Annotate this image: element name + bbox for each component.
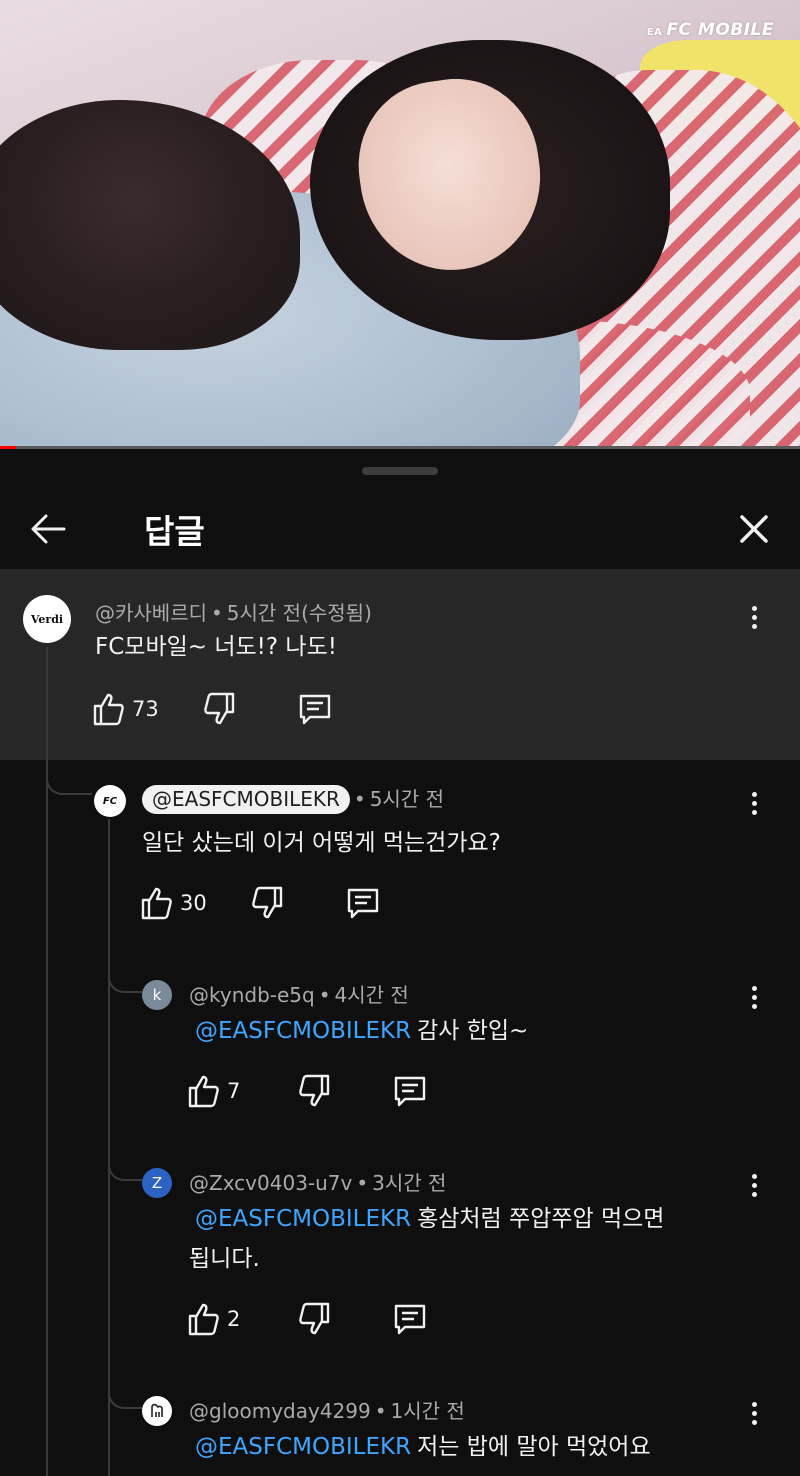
comment-actions: 30	[140, 885, 400, 925]
thumbs-up-icon	[188, 1303, 219, 1336]
more-options-icon[interactable]	[742, 601, 766, 641]
avatar-label: FC	[102, 795, 118, 807]
mention-link[interactable]: @EASFCMOBILEKR	[195, 1206, 411, 1232]
reply-comment: Z @Zxcv0403-u7v • 3시간 전 @EASFCMOBILEKR 홍삼처럼…	[0, 1163, 800, 1363]
reply-button[interactable]	[298, 691, 332, 727]
comment-text: 일단 샀는데 이거 어떻게 먹는건가요?	[142, 830, 501, 856]
reply-button[interactable]	[346, 885, 380, 921]
avatar[interactable]	[142, 1396, 172, 1426]
page-title: 답글	[144, 512, 205, 551]
mention-link[interactable]: @EASFCMOBILEKR	[195, 1018, 411, 1044]
avatar[interactable]: Z	[142, 1168, 172, 1198]
comment-actions: 73	[92, 691, 352, 731]
like-button[interactable]: 73	[92, 691, 159, 727]
avatar-label: Verdi	[30, 612, 64, 626]
reply-comment: FC @EASFCMOBILEKR • 5시간 전 일단 샀는데 이거 어떻게 먹는…	[0, 779, 800, 939]
video-player[interactable]: EA FC MOBILE	[0, 0, 800, 449]
mention-link[interactable]: @EASFCMOBILEKR	[195, 1434, 411, 1460]
comment-meta: @kyndb-e5q • 4시간 전	[189, 979, 409, 1008]
comment-text: FC모바일~ 너도!? 나도!	[95, 634, 337, 660]
more-options-icon[interactable]	[742, 1397, 766, 1437]
comment-text: @EASFCMOBILEKR 홍삼처럼 쭈압쭈압 먹으면	[195, 1199, 664, 1239]
watermark-text: FC MOBILE	[666, 20, 774, 40]
reply-button[interactable]	[393, 1301, 427, 1337]
avatar[interactable]: FC	[94, 785, 126, 817]
meta-separator: •	[374, 1399, 387, 1423]
like-count: 30	[180, 891, 207, 915]
arrow-left-icon[interactable]	[26, 507, 70, 551]
meta-separator: •	[353, 787, 366, 811]
bird-avatar-icon	[151, 1403, 163, 1417]
replies-header: 답글	[0, 489, 800, 569]
reply-icon	[394, 1304, 426, 1335]
thumbs-down-icon	[299, 1074, 330, 1107]
avatar[interactable]: Verdi	[23, 595, 71, 643]
comment-actions: 2	[187, 1301, 447, 1341]
thumbs-down-icon	[252, 886, 283, 919]
parent-comment: Verdi @카사베르디 • 5시간 전(수정됨) FC모바일~ 너도!? 나도! …	[0, 571, 800, 760]
dislike-button[interactable]	[202, 691, 236, 727]
comment-author[interactable]: @kyndb-e5q	[189, 983, 315, 1007]
comment-meta: @Zxcv0403-u7v • 3시간 전	[189, 1167, 446, 1196]
comment-time: 4시간 전	[334, 983, 409, 1007]
reply-button[interactable]	[393, 1073, 427, 1109]
meta-separator: •	[356, 1171, 369, 1195]
watermark-brand: EA	[646, 27, 663, 38]
more-options-icon[interactable]	[742, 1169, 766, 1209]
close-icon[interactable]	[732, 507, 776, 551]
like-button[interactable]: 7	[187, 1073, 240, 1109]
comment-body: 감사 한입~	[417, 1018, 529, 1044]
comment-text: @EASFCMOBILEKR 저는 밥에 말아 먹었어요	[195, 1427, 651, 1467]
comment-meta: @gloomyday4299 • 1시간 전	[189, 1395, 465, 1424]
like-count: 2	[227, 1307, 241, 1331]
sheet-drag-handle[interactable]	[362, 467, 438, 475]
comment-meta: @EASFCMOBILEKR • 5시간 전	[142, 783, 444, 814]
dislike-button[interactable]	[297, 1073, 331, 1109]
reply-comment: @gloomyday4299 • 1시간 전 @EASFCMOBILEKR 저는 밥에…	[0, 1391, 800, 1476]
thumbs-down-icon	[204, 692, 235, 725]
thumbs-down-icon	[299, 1302, 330, 1335]
thumbs-up-icon	[93, 693, 124, 726]
more-options-icon[interactable]	[742, 787, 766, 827]
reply-comment: k @kyndb-e5q • 4시간 전 @EASFCMOBILEKR 감사 한입~ …	[0, 975, 800, 1135]
like-count: 73	[132, 697, 159, 721]
avatar-label: k	[152, 986, 162, 1004]
comment-meta: @카사베르디 • 5시간 전(수정됨)	[95, 597, 372, 626]
comment-text: @EASFCMOBILEKR 감사 한입~	[195, 1011, 528, 1051]
like-button[interactable]: 2	[187, 1301, 240, 1337]
comment-text-continued: 됩니다.	[189, 1246, 260, 1272]
comment-actions: 7	[187, 1073, 447, 1113]
comment-author[interactable]: @gloomyday4299	[189, 1399, 371, 1423]
avatar[interactable]: k	[142, 980, 172, 1010]
reply-icon	[394, 1076, 426, 1107]
avatar-label: Z	[151, 1174, 163, 1192]
dislike-button[interactable]	[297, 1301, 331, 1337]
comment-time: 3시간 전	[372, 1171, 447, 1195]
comment-time: 1시간 전	[390, 1399, 465, 1423]
reply-icon	[299, 694, 331, 725]
creator-handle-chip[interactable]: @EASFCMOBILEKR	[142, 785, 350, 814]
like-count: 7	[227, 1079, 241, 1103]
comment-body: 저는 밥에 말아 먹었어요	[417, 1434, 651, 1460]
thumbs-up-icon	[188, 1075, 219, 1108]
like-button[interactable]: 30	[140, 885, 207, 921]
meta-separator: •	[318, 983, 331, 1007]
comment-body: 홍삼처럼 쭈압쭈압 먹으면	[417, 1206, 665, 1232]
comment-time: 5시간 전(수정됨)	[226, 601, 372, 625]
more-options-icon[interactable]	[742, 981, 766, 1021]
fc-mobile-watermark: EA FC MOBILE	[647, 20, 774, 40]
comment-time: 5시간 전	[369, 787, 444, 811]
reply-icon	[347, 888, 379, 919]
comment-author[interactable]: @카사베르디	[95, 601, 207, 625]
thumbs-up-icon	[141, 887, 172, 920]
comment-author[interactable]: @Zxcv0403-u7v	[189, 1171, 352, 1195]
meta-separator: •	[211, 601, 223, 625]
replies-sheet: 답글 Verdi @카사베르디 • 5시간 전(수정됨) FC모바일~ 너도!? 나…	[0, 449, 800, 1476]
dislike-button[interactable]	[250, 885, 284, 921]
